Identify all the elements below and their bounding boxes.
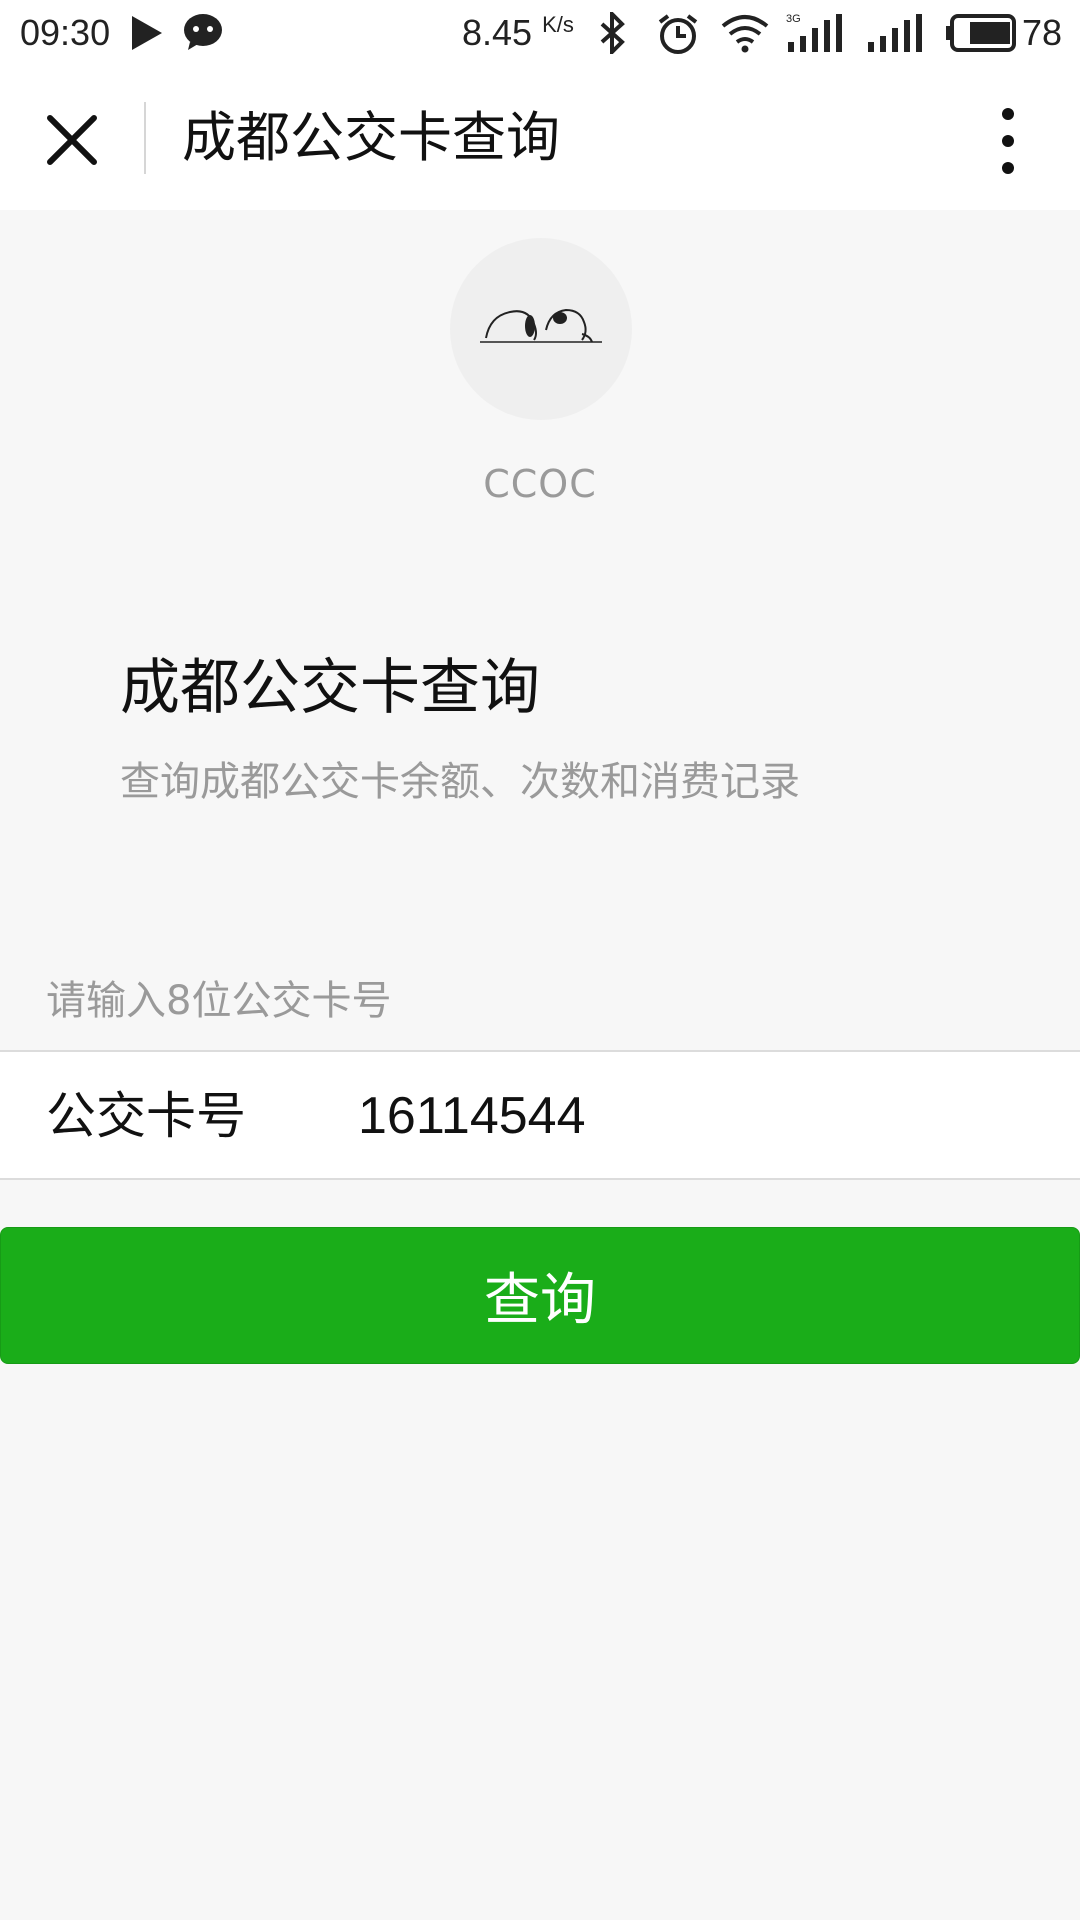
network-speed-unit: K/s — [542, 12, 574, 37]
wechat-icon — [184, 14, 222, 50]
nav-divider — [144, 102, 146, 174]
network-speed: 8.45 K/s — [462, 12, 574, 54]
network-speed-value: 8.45 — [462, 12, 533, 53]
nav-bar: 成都公交卡查询 — [0, 66, 1080, 210]
signal-3g-icon: 3G — [786, 13, 842, 52]
query-button[interactable]: 查询 — [0, 1227, 1080, 1364]
account-name: CCOC — [483, 462, 597, 506]
battery-level: 78 — [1022, 12, 1063, 53]
card-number-input[interactable] — [358, 1074, 1038, 1158]
status-bar: 09:30 8.45 K/s 3G 78 — [0, 0, 1080, 66]
bluetooth-icon — [600, 12, 625, 54]
card-number-row: 公交卡号 — [0, 1050, 1080, 1180]
sleeping-dog-icon — [480, 308, 602, 343]
signal-icon — [868, 14, 922, 52]
play-icon — [132, 16, 162, 50]
avatar — [450, 238, 632, 420]
svg-text:3G: 3G — [786, 13, 801, 25]
page-title: 成都公交卡查询 — [120, 653, 540, 723]
close-icon[interactable] — [44, 112, 100, 168]
card-number-label: 公交卡号 — [46, 1087, 246, 1145]
wifi-icon — [721, 15, 769, 53]
status-time: 09:30 — [20, 12, 111, 53]
page-description: 查询成都公交卡余额、次数和消费记录 — [120, 759, 800, 805]
battery-icon — [946, 14, 1016, 52]
more-icon[interactable] — [996, 106, 1020, 176]
nav-title: 成都公交卡查询 — [182, 106, 560, 169]
alarm-icon — [658, 14, 698, 54]
input-hint: 请输入8位公交卡号 — [46, 978, 392, 1024]
